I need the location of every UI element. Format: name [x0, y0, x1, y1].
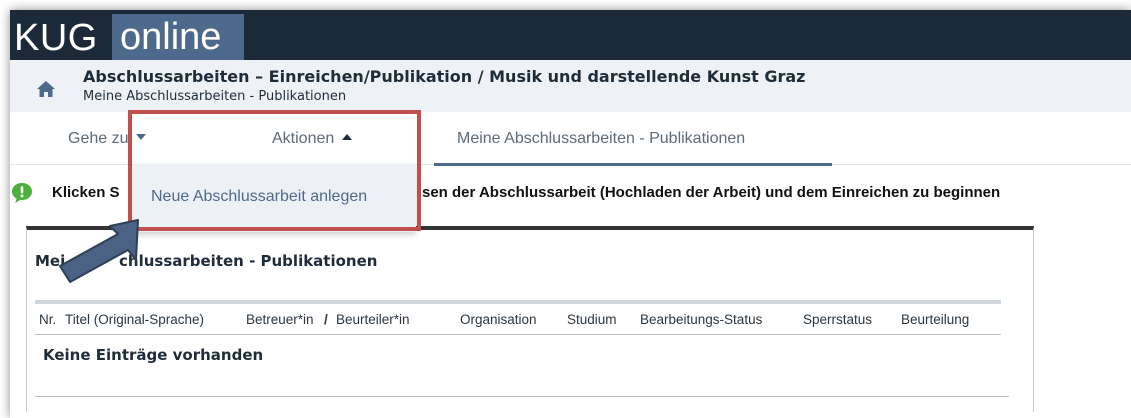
column-header[interactable]: Nr. [39, 312, 56, 327]
tab-goto[interactable]: Gehe zu [68, 130, 147, 148]
active-tab-indicator [434, 163, 832, 166]
theses-panel: Mei chlussarbeiten - Publikationen Nr. T… [26, 226, 1034, 412]
menu-item-new-thesis[interactable]: Neue Abschlussarbeit anlegen [151, 188, 367, 206]
column-header[interactable]: Beurteiler*in [336, 312, 410, 327]
column-header[interactable]: Betreuer*in [246, 312, 314, 327]
home-icon[interactable] [36, 80, 56, 98]
tab-my-theses[interactable]: Meine Abschlussarbeiten - Publikationen [457, 130, 745, 148]
column-header[interactable]: Organisation [460, 312, 537, 327]
tab-goto-label: Gehe zu [68, 130, 129, 147]
divider [35, 396, 1009, 397]
column-separator: / [324, 312, 328, 327]
breadcrumb: Abschlussarbeiten – Einreichen/Publikati… [10, 60, 1131, 112]
empty-table-message: Keine Einträge vorhanden [43, 346, 264, 364]
info-bubble-icon [12, 183, 32, 203]
tab-bar: Gehe zu Aktionen Meine Abschlussarbeiten… [10, 112, 1131, 166]
chevron-up-icon [342, 134, 353, 140]
table-header: Nr. Titel (Original-Sprache) Betreuer*in… [35, 304, 1001, 335]
chevron-down-icon [136, 134, 147, 140]
tab-my-theses-label: Meine Abschlussarbeiten - Publikationen [457, 130, 746, 147]
column-header[interactable]: Sperrstatus [803, 312, 872, 327]
column-header[interactable]: Titel (Original-Sprache) [65, 312, 204, 327]
panel-title-right: chlussarbeiten - Publikationen [119, 252, 378, 270]
page-subtitle: Meine Abschlussarbeiten - Publikationen [83, 89, 347, 104]
logo-kug[interactable]: KUG [14, 16, 98, 60]
page-title: Abschlussarbeiten – Einreichen/Publikati… [83, 67, 806, 86]
pointer-arrow-icon [59, 219, 139, 283]
actions-dropdown-menu: Neue Abschlussarbeit anlegen [134, 164, 416, 232]
top-bar: KUG online [10, 10, 1131, 60]
app-window: KUG online Abschlussarbeiten – Einreiche… [10, 10, 1131, 418]
column-header[interactable]: Studium [567, 312, 617, 327]
tab-actions[interactable]: Aktionen [272, 130, 353, 148]
logo-online[interactable]: online [112, 14, 244, 60]
info-text-right: sen der Abschlussarbeit (Hochladen der A… [422, 184, 1001, 201]
column-header[interactable]: Bearbeitungs-Status [640, 312, 762, 327]
column-header[interactable]: Beurteilung [901, 312, 969, 327]
info-text-left: Klicken S [52, 184, 120, 201]
tab-actions-label: Aktionen [272, 130, 335, 147]
